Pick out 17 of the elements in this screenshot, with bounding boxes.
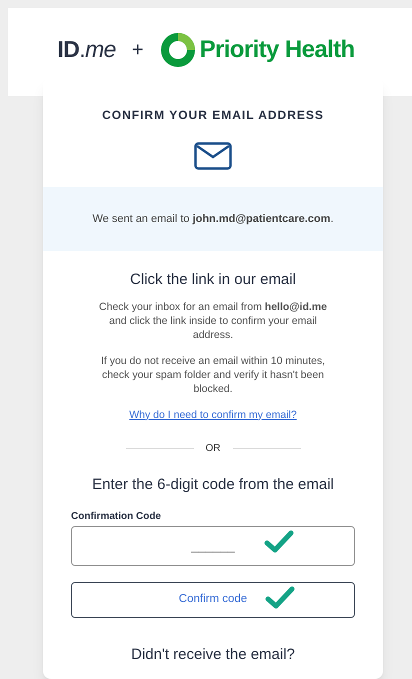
ring-logo-icon [160,32,196,68]
card-title: CONFIRM YOUR EMAIL ADDRESS [102,107,324,124]
confirm-code-button[interactable]: Confirm code [71,582,355,618]
field-label: Confirmation Code [71,510,162,524]
logo: ID.me [57,35,116,64]
instruction-text: If you do not receive an email within 10 minutes, check your spam folder and verify it hasn't been blocked. [100,354,326,396]
envelope-icon [194,142,232,170]
or-divider-text: OR [206,442,220,456]
code-field[interactable]: ______ [71,526,355,566]
partner-name: Priority Health [200,34,355,64]
section-heading: Didn't receive the email? [131,644,295,665]
instruction-text: Check your inbox for an email from hello@id.me and click the link inside to confirm your email address. [98,300,328,342]
notice-text: We sent an email to john.md@patientcare.com. [92,212,334,227]
section-heading: Enter the 6-digit code from the email [92,475,334,496]
plus-sign: + [132,38,144,62]
section-heading: Click the link in our email [130,270,296,290]
help-link[interactable]: Why do I need to confirm my email? [129,408,297,424]
